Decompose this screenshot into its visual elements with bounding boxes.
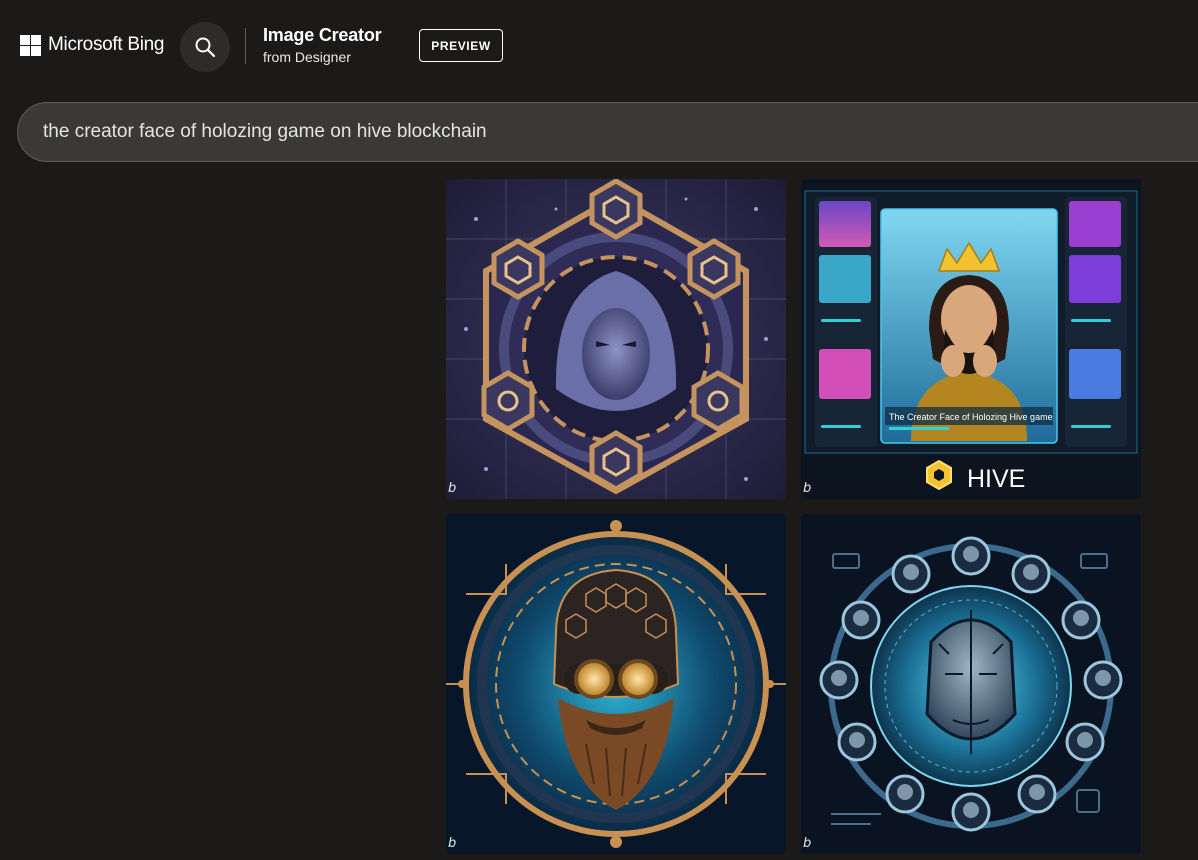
generated-image-1[interactable]: b (446, 179, 786, 499)
search-button[interactable] (180, 22, 230, 72)
avatar-ring-image (801, 514, 1141, 854)
bearded-robot-image (446, 514, 786, 854)
generated-image-2[interactable]: The Creator Face of Holozing Hive game H… (801, 179, 1141, 499)
header: Microsoft Bing Image Creator from Design… (0, 0, 1198, 94)
watermark: b (448, 836, 457, 851)
generated-image-3[interactable]: b (446, 514, 786, 854)
crowned-creator-image: The Creator Face of Holozing Hive game H… (801, 179, 1141, 499)
hooded-figure-image (446, 179, 786, 499)
brand-name: Microsoft Bing (48, 34, 165, 55)
prompt-bar[interactable] (17, 102, 1198, 162)
hive-logo-text: HIVE (967, 465, 1025, 493)
app-title-block[interactable]: Image Creator from Designer (263, 25, 382, 65)
windows-logo-icon (20, 34, 41, 56)
watermark: b (448, 481, 457, 496)
header-divider (245, 28, 246, 64)
generated-image-4[interactable]: b (801, 514, 1141, 854)
watermark: b (803, 836, 812, 851)
image-caption: The Creator Face of Holozing Hive game (889, 412, 1053, 422)
microsoft-bing-logo[interactable]: Microsoft Bing (20, 34, 164, 56)
preview-badge: PREVIEW (419, 29, 503, 62)
prompt-input[interactable] (43, 121, 1193, 143)
app-title: Image Creator (263, 25, 382, 45)
app-subtitle: from Designer (263, 49, 351, 65)
watermark: b (803, 481, 812, 496)
search-icon (195, 37, 216, 58)
